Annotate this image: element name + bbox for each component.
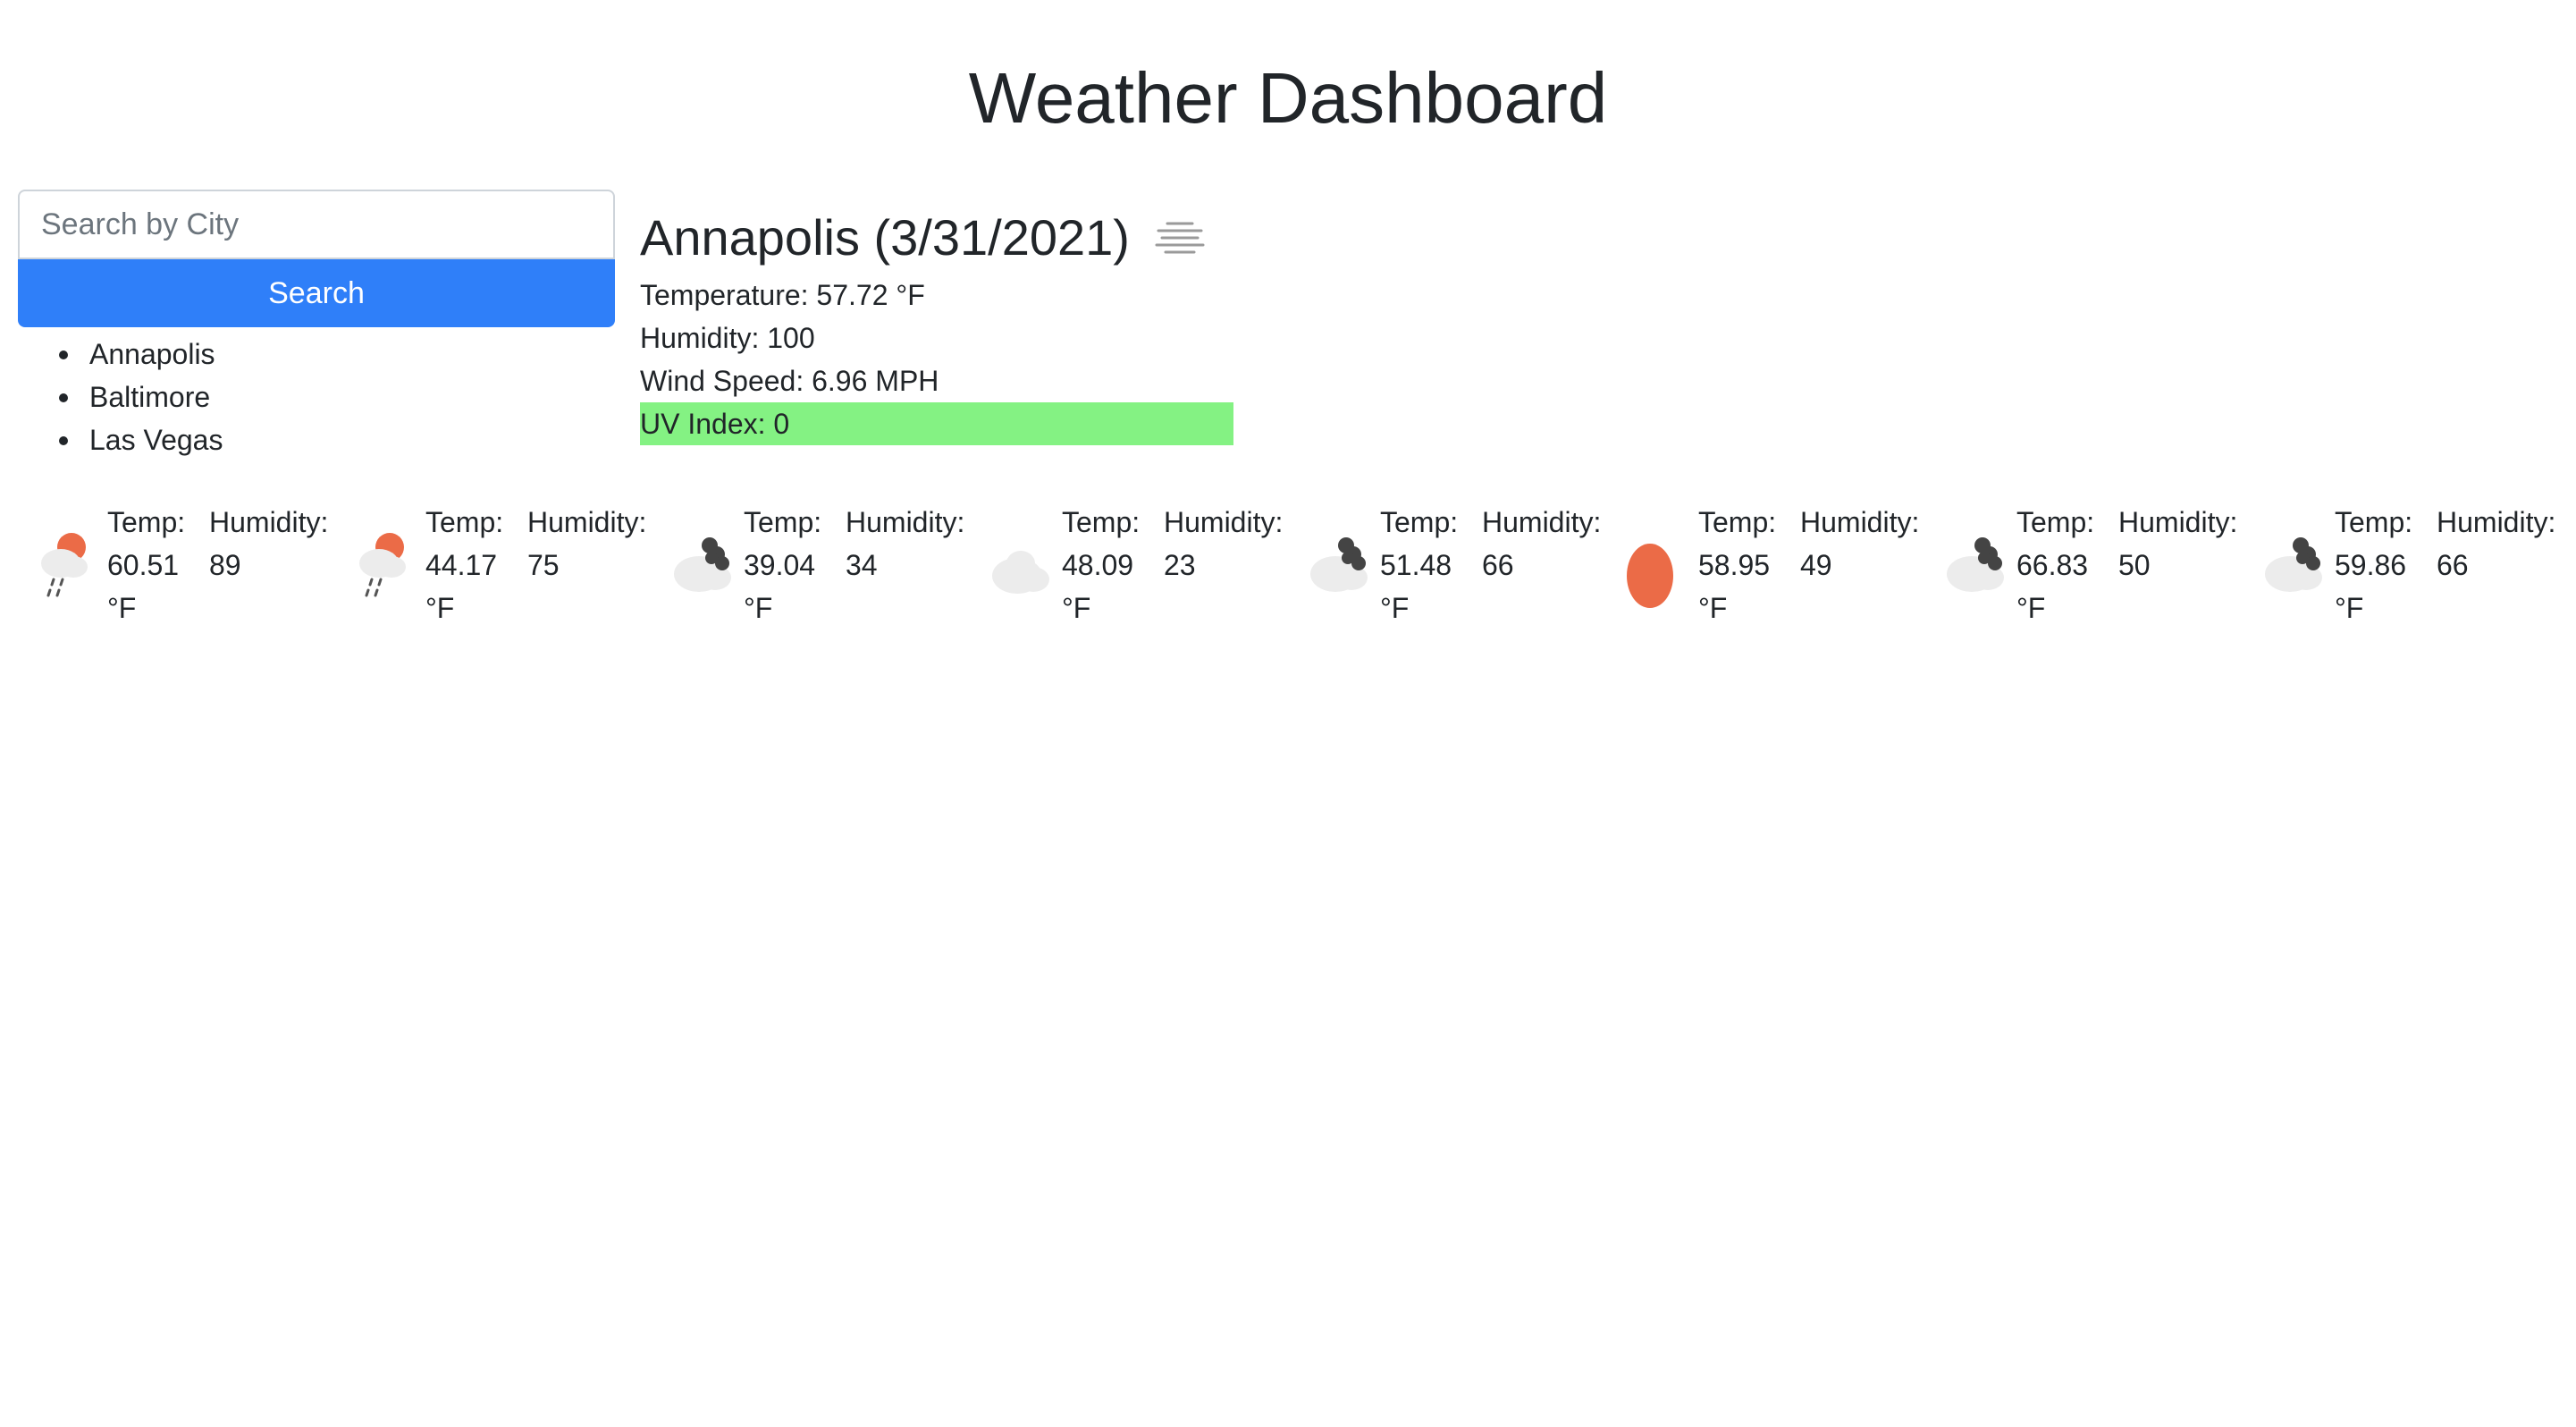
- forecast-row: Temp: 60.51 °F Humidity: 89 Temp: 44.17: [34, 501, 2563, 644]
- forecast-card: Temp: 58.95 °F Humidity: 49: [1625, 501, 1943, 644]
- forecast-temp-value: 59.86: [2335, 549, 2407, 581]
- forecast-temp-value: 48.09: [1062, 549, 1134, 581]
- current-humidity: Humidity: 100: [640, 322, 815, 354]
- uv-index: UV Index: 0: [640, 402, 1233, 445]
- forecast-humidity-label: Humidity:: [1164, 506, 1284, 538]
- broken-clouds-icon: [2261, 519, 2324, 626]
- forecast-temp-label: Temp:: [1698, 506, 1777, 538]
- forecast-temp-label: Temp:: [1062, 506, 1141, 538]
- forecast-humidity-label: Humidity:: [2437, 506, 2556, 538]
- forecast-temp-value: 44.17: [425, 549, 498, 581]
- history-item-annapolis[interactable]: Annapolis: [59, 333, 615, 376]
- forecast-card: Temp: 51.48 °F Humidity: 66: [1307, 501, 1625, 644]
- forecast-humidity-value: 23: [1164, 549, 1196, 581]
- forecast-humidity-label: Humidity:: [846, 506, 965, 538]
- search-history-list: Annapolis Baltimore Las Vegas: [18, 333, 615, 461]
- forecast-humidity-value: 34: [846, 549, 878, 581]
- forecast-humidity-label: Humidity:: [2118, 506, 2238, 538]
- forecast-temp-value: 66.83: [2016, 549, 2089, 581]
- current-weather: Annapolis (3/31/2021) Temperature: 57.72…: [640, 202, 1444, 445]
- rain-sun-icon: [352, 519, 415, 626]
- forecast-temp-unit: °F: [107, 592, 137, 624]
- forecast-humidity-value: 66: [1482, 549, 1514, 581]
- cloud-icon: [989, 519, 1051, 626]
- history-item-baltimore[interactable]: Baltimore: [59, 376, 615, 418]
- search-input[interactable]: [18, 190, 615, 259]
- forecast-humidity-value: 89: [209, 549, 241, 581]
- forecast-card: Temp: 39.04 °F Humidity: 34: [670, 501, 989, 644]
- clear-sun-icon: [1625, 519, 1688, 626]
- forecast-temp-unit: °F: [2335, 592, 2364, 624]
- forecast-humidity-value: 49: [1800, 549, 1832, 581]
- forecast-humidity-value: 75: [527, 549, 560, 581]
- forecast-temp-label: Temp:: [107, 506, 186, 538]
- forecast-humidity-label: Humidity:: [527, 506, 647, 538]
- forecast-card: Temp: 60.51 °F Humidity: 89: [34, 501, 352, 644]
- forecast-temp-label: Temp:: [2335, 506, 2413, 538]
- forecast-temp-unit: °F: [1062, 592, 1091, 624]
- current-wind-speed: Wind Speed: 6.96 MPH: [640, 365, 939, 397]
- forecast-humidity-label: Humidity:: [209, 506, 329, 538]
- search-button[interactable]: Search: [18, 259, 615, 327]
- forecast-temp-value: 58.95: [1698, 549, 1771, 581]
- forecast-temp-unit: °F: [744, 592, 773, 624]
- broken-clouds-icon: [670, 519, 733, 626]
- page-title: Weather Dashboard: [968, 58, 1608, 138]
- forecast-temp-value: 51.48: [1380, 549, 1452, 581]
- forecast-temp-unit: °F: [425, 592, 455, 624]
- forecast-humidity-value: 50: [2118, 549, 2151, 581]
- history-item-las-vegas[interactable]: Las Vegas: [59, 418, 615, 461]
- broken-clouds-icon: [1943, 519, 2006, 626]
- forecast-card: Temp: 66.83 °F Humidity: 50: [1943, 501, 2261, 644]
- forecast-temp-unit: °F: [2016, 592, 2046, 624]
- forecast-temp-unit: °F: [1698, 592, 1728, 624]
- current-temperature: Temperature: 57.72 °F: [640, 279, 925, 311]
- forecast-temp-value: 39.04: [744, 549, 816, 581]
- rain-sun-icon: [34, 519, 97, 626]
- forecast-card: Temp: 59.86 °F Humidity: 66: [2261, 501, 2576, 644]
- forecast-temp-label: Temp:: [425, 506, 504, 538]
- forecast-card: Temp: 48.09 °F Humidity: 23: [989, 501, 1307, 644]
- forecast-temp-label: Temp:: [1380, 506, 1459, 538]
- forecast-temp-label: Temp:: [2016, 506, 2095, 538]
- broken-clouds-icon: [1307, 519, 1369, 626]
- search-panel: Search Annapolis Baltimore Las Vegas: [18, 190, 615, 461]
- forecast-temp-unit: °F: [1380, 592, 1410, 624]
- forecast-humidity-label: Humidity:: [1482, 506, 1602, 538]
- forecast-card: Temp: 44.17 °F Humidity: 75: [352, 501, 670, 644]
- forecast-humidity-value: 66: [2437, 549, 2469, 581]
- mist-icon: [1153, 218, 1207, 258]
- current-city-date: Annapolis (3/31/2021): [640, 209, 1130, 266]
- forecast-temp-value: 60.51: [107, 549, 180, 581]
- forecast-temp-label: Temp:: [744, 506, 822, 538]
- forecast-humidity-label: Humidity:: [1800, 506, 1920, 538]
